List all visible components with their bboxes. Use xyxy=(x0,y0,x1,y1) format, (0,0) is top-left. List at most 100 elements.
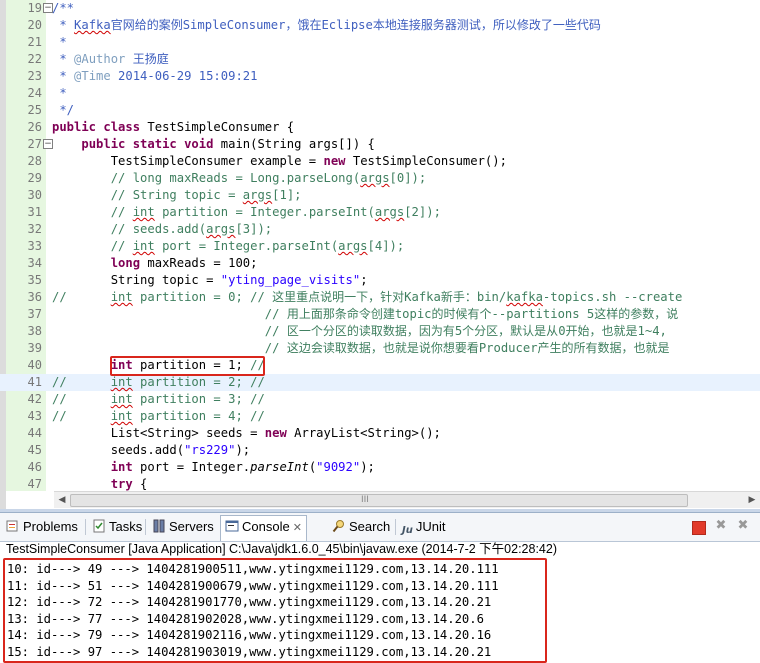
code-text: // long maxReads = Long.parseLong(args[0… xyxy=(110,171,427,185)
code-text: // int partition = Integer.parseInt(args… xyxy=(110,205,441,219)
horizontal-scrollbar[interactable]: ◀ III ▶ xyxy=(54,491,760,508)
code-line[interactable]: 21 * xyxy=(0,34,760,51)
code-line[interactable]: 20 * Kafka官网给的案例SimpleConsumer，饿在Eclipse… xyxy=(0,17,760,34)
code-line[interactable]: 23 * @Time 2014-06-29 15:09:21 xyxy=(0,68,760,85)
line-number: 24 xyxy=(27,86,42,100)
code-line[interactable]: 46 int port = Integer.parseInt("9092"); xyxy=(0,459,760,476)
code-text: */ xyxy=(52,103,75,117)
scrollbar-thumb[interactable]: III xyxy=(70,494,688,507)
tab-junit[interactable]: Ju JUnit xyxy=(398,516,445,538)
scroll-left-arrow-icon[interactable]: ◀ xyxy=(54,492,70,508)
code-line[interactable]: 32 // seeds.add(args[3]); xyxy=(0,221,760,238)
line-number: 35 xyxy=(27,273,42,287)
line-number: 29 xyxy=(27,171,42,185)
close-tab-icon[interactable]: ✕ xyxy=(290,522,302,534)
line-number: 22 xyxy=(27,52,42,66)
remove-launch-icon[interactable]: ✖ xyxy=(714,519,728,533)
code-text: long maxReads = 100; xyxy=(110,256,258,270)
code-line[interactable]: 38 // 区一个分区的读取数据，因为有5个分区，默认是从0开始，也就是1~4, xyxy=(0,323,760,340)
scroll-right-arrow-icon[interactable]: ▶ xyxy=(744,492,760,508)
tab-label: Problems xyxy=(23,519,78,534)
tab-label: JUnit xyxy=(415,519,446,534)
servers-icon xyxy=(148,519,169,534)
console-icon xyxy=(221,519,242,534)
tab-tasks[interactable]: Tasks xyxy=(88,516,142,538)
tab-problems[interactable]: Problems xyxy=(2,516,78,538)
line-number: 30 xyxy=(27,188,42,202)
highlight-box-console-output xyxy=(3,558,547,663)
code-line[interactable]: 33 // int port = Integer.parseInt(args[4… xyxy=(0,238,760,255)
line-number: 39 xyxy=(27,341,42,355)
code-line[interactable]: 45 seeds.add("rs229"); xyxy=(0,442,760,459)
code-line[interactable]: 41 // int partition = 2; // xyxy=(0,374,760,391)
code-line[interactable]: 39 // 这边会读取数据，也就是说你想要看Producer产生的所有数据，也就… xyxy=(0,340,760,357)
code-line[interactable]: 42 // int partition = 3; // xyxy=(0,391,760,408)
line-number: 47 xyxy=(27,477,42,491)
line-number: 23 xyxy=(27,69,42,83)
line-number: 36 xyxy=(27,290,42,304)
line-number: 19 xyxy=(27,1,42,15)
line-number: 40 xyxy=(27,358,42,372)
code-text: seeds.add("rs229"); xyxy=(52,443,251,457)
code-text: * xyxy=(52,35,67,49)
code-text: // int partition = 3; // xyxy=(52,392,265,406)
code-line[interactable]: 37 // 用上面那条命令创建topic的时候有个--partitions 5这… xyxy=(0,306,760,323)
terminate-icon[interactable] xyxy=(692,521,706,535)
line-number: 41 xyxy=(27,375,42,389)
tab-servers[interactable]: Servers xyxy=(148,516,214,538)
line-number: 32 xyxy=(27,222,42,236)
code-line[interactable]: 31 // int partition = Integer.parseInt(a… xyxy=(0,204,760,221)
line-number: 31 xyxy=(27,205,42,219)
highlight-box-partition-line xyxy=(110,356,265,376)
code-text: public class TestSimpleConsumer { xyxy=(52,120,295,134)
code-text: // seeds.add(args[3]); xyxy=(110,222,273,236)
code-text: TestSimpleConsumer example = new TestSim… xyxy=(52,154,507,168)
code-text: // 区一个分区的读取数据，因为有5个分区，默认是从0开始，也就是1~4, xyxy=(52,324,667,338)
code-line[interactable]: 35 String topic = "yting_page_visits"; xyxy=(0,272,760,289)
code-line[interactable]: 19−/** xyxy=(0,0,760,17)
line-number: 27 xyxy=(27,137,42,151)
code-line[interactable]: 44 List<String> seeds = new ArrayList<St… xyxy=(0,425,760,442)
code-text: * @Time 2014-06-29 15:09:21 xyxy=(52,69,258,83)
remove-all-launches-icon[interactable]: ✖ xyxy=(736,519,750,533)
code-line[interactable]: 36 // int partition = 0; // 这里重点说明一下，针对Ka… xyxy=(0,289,760,306)
line-number: 33 xyxy=(27,239,42,253)
code-line[interactable]: 27− public static void main(String args[… xyxy=(0,136,760,153)
code-text: // int partition = 4; // xyxy=(52,409,265,423)
code-text: * xyxy=(52,86,67,100)
line-number: 42 xyxy=(27,392,42,406)
code-line[interactable]: 22 * @Author 王扬庭 xyxy=(0,51,760,68)
code-line[interactable]: 25 */ xyxy=(0,102,760,119)
code-line[interactable]: 34 long maxReads = 100; xyxy=(0,255,760,272)
line-number: 21 xyxy=(27,35,42,49)
tab-separator xyxy=(395,519,396,535)
code-text: public static void main(String args[]) { xyxy=(81,137,375,151)
code-line[interactable]: 28 TestSimpleConsumer example = new Test… xyxy=(0,153,760,170)
code-text: // String topic = args[1]; xyxy=(110,188,302,202)
code-line[interactable]: 26 public class TestSimpleConsumer { xyxy=(0,119,760,136)
line-number: 38 xyxy=(27,324,42,338)
problems-icon xyxy=(2,519,23,534)
code-editor[interactable]: 19−/** 20 * Kafka官网给的案例SimpleConsumer，饿在E… xyxy=(0,0,760,511)
console-launch-label: TestSimpleConsumer [Java Application] C:… xyxy=(6,542,557,556)
code-line[interactable]: 30 // String topic = args[1]; xyxy=(0,187,760,204)
line-number: 37 xyxy=(27,307,42,321)
code-line[interactable]: 29 // long maxReads = Long.parseLong(arg… xyxy=(0,170,760,187)
tab-separator xyxy=(85,519,86,535)
tab-search[interactable]: Search xyxy=(328,516,390,538)
line-number: 25 xyxy=(27,103,42,117)
tab-label: Tasks xyxy=(109,519,143,534)
line-number: 44 xyxy=(27,426,42,440)
code-text: List<String> seeds = new ArrayList<Strin… xyxy=(52,426,441,440)
line-number: 43 xyxy=(27,409,42,423)
tab-label: Servers xyxy=(169,519,214,534)
code-text: * @Author 王扬庭 xyxy=(52,52,169,66)
line-number: 28 xyxy=(27,154,42,168)
tab-console[interactable]: Console ✕ xyxy=(220,515,307,541)
code-line[interactable]: 24 * xyxy=(0,85,760,102)
tasks-icon xyxy=(88,519,109,534)
code-text: String topic = "yting_page_visits"; xyxy=(52,273,368,287)
code-line[interactable]: 43 // int partition = 4; // xyxy=(0,408,760,425)
code-text: // int port = Integer.parseInt(args[4]); xyxy=(110,239,405,253)
code-text: // 用上面那条命令创建topic的时候有个--partitions 5这样的参… xyxy=(52,307,679,321)
